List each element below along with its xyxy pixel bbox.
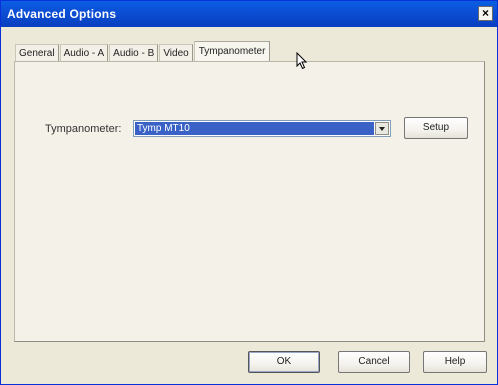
setup-button[interactable]: Setup bbox=[404, 117, 468, 139]
window-title: Advanced Options bbox=[7, 7, 117, 21]
mouse-pointer-icon bbox=[296, 52, 308, 70]
close-icon: × bbox=[481, 6, 489, 20]
tympanometer-select[interactable]: Tymp MT10 bbox=[133, 120, 391, 137]
title-bar[interactable]: Advanced Options × bbox=[1, 1, 497, 27]
advanced-options-dialog: Advanced Options × General Audio - A Aud… bbox=[0, 0, 498, 385]
tab-audio-b[interactable]: Audio - B bbox=[109, 44, 159, 62]
help-button[interactable]: Help bbox=[423, 351, 487, 373]
tab-strip: General Audio - A Audio - B Video Tympan… bbox=[15, 36, 271, 63]
tab-panel-tympanometer: Tympanometer: Tymp MT10 Setup bbox=[14, 61, 485, 342]
tab-tympanometer[interactable]: Tympanometer bbox=[193, 41, 271, 63]
tympanometer-selected-value: Tymp MT10 bbox=[135, 122, 374, 135]
close-button[interactable]: × bbox=[478, 6, 493, 21]
ok-button[interactable]: OK bbox=[248, 351, 320, 373]
tympanometer-label: Tympanometer: bbox=[45, 123, 122, 135]
chevron-down-icon[interactable] bbox=[375, 122, 389, 135]
tab-general[interactable]: General bbox=[15, 44, 59, 62]
tab-audio-a[interactable]: Audio - A bbox=[59, 44, 109, 62]
tab-video[interactable]: Video bbox=[159, 44, 193, 62]
cancel-button[interactable]: Cancel bbox=[338, 351, 410, 373]
